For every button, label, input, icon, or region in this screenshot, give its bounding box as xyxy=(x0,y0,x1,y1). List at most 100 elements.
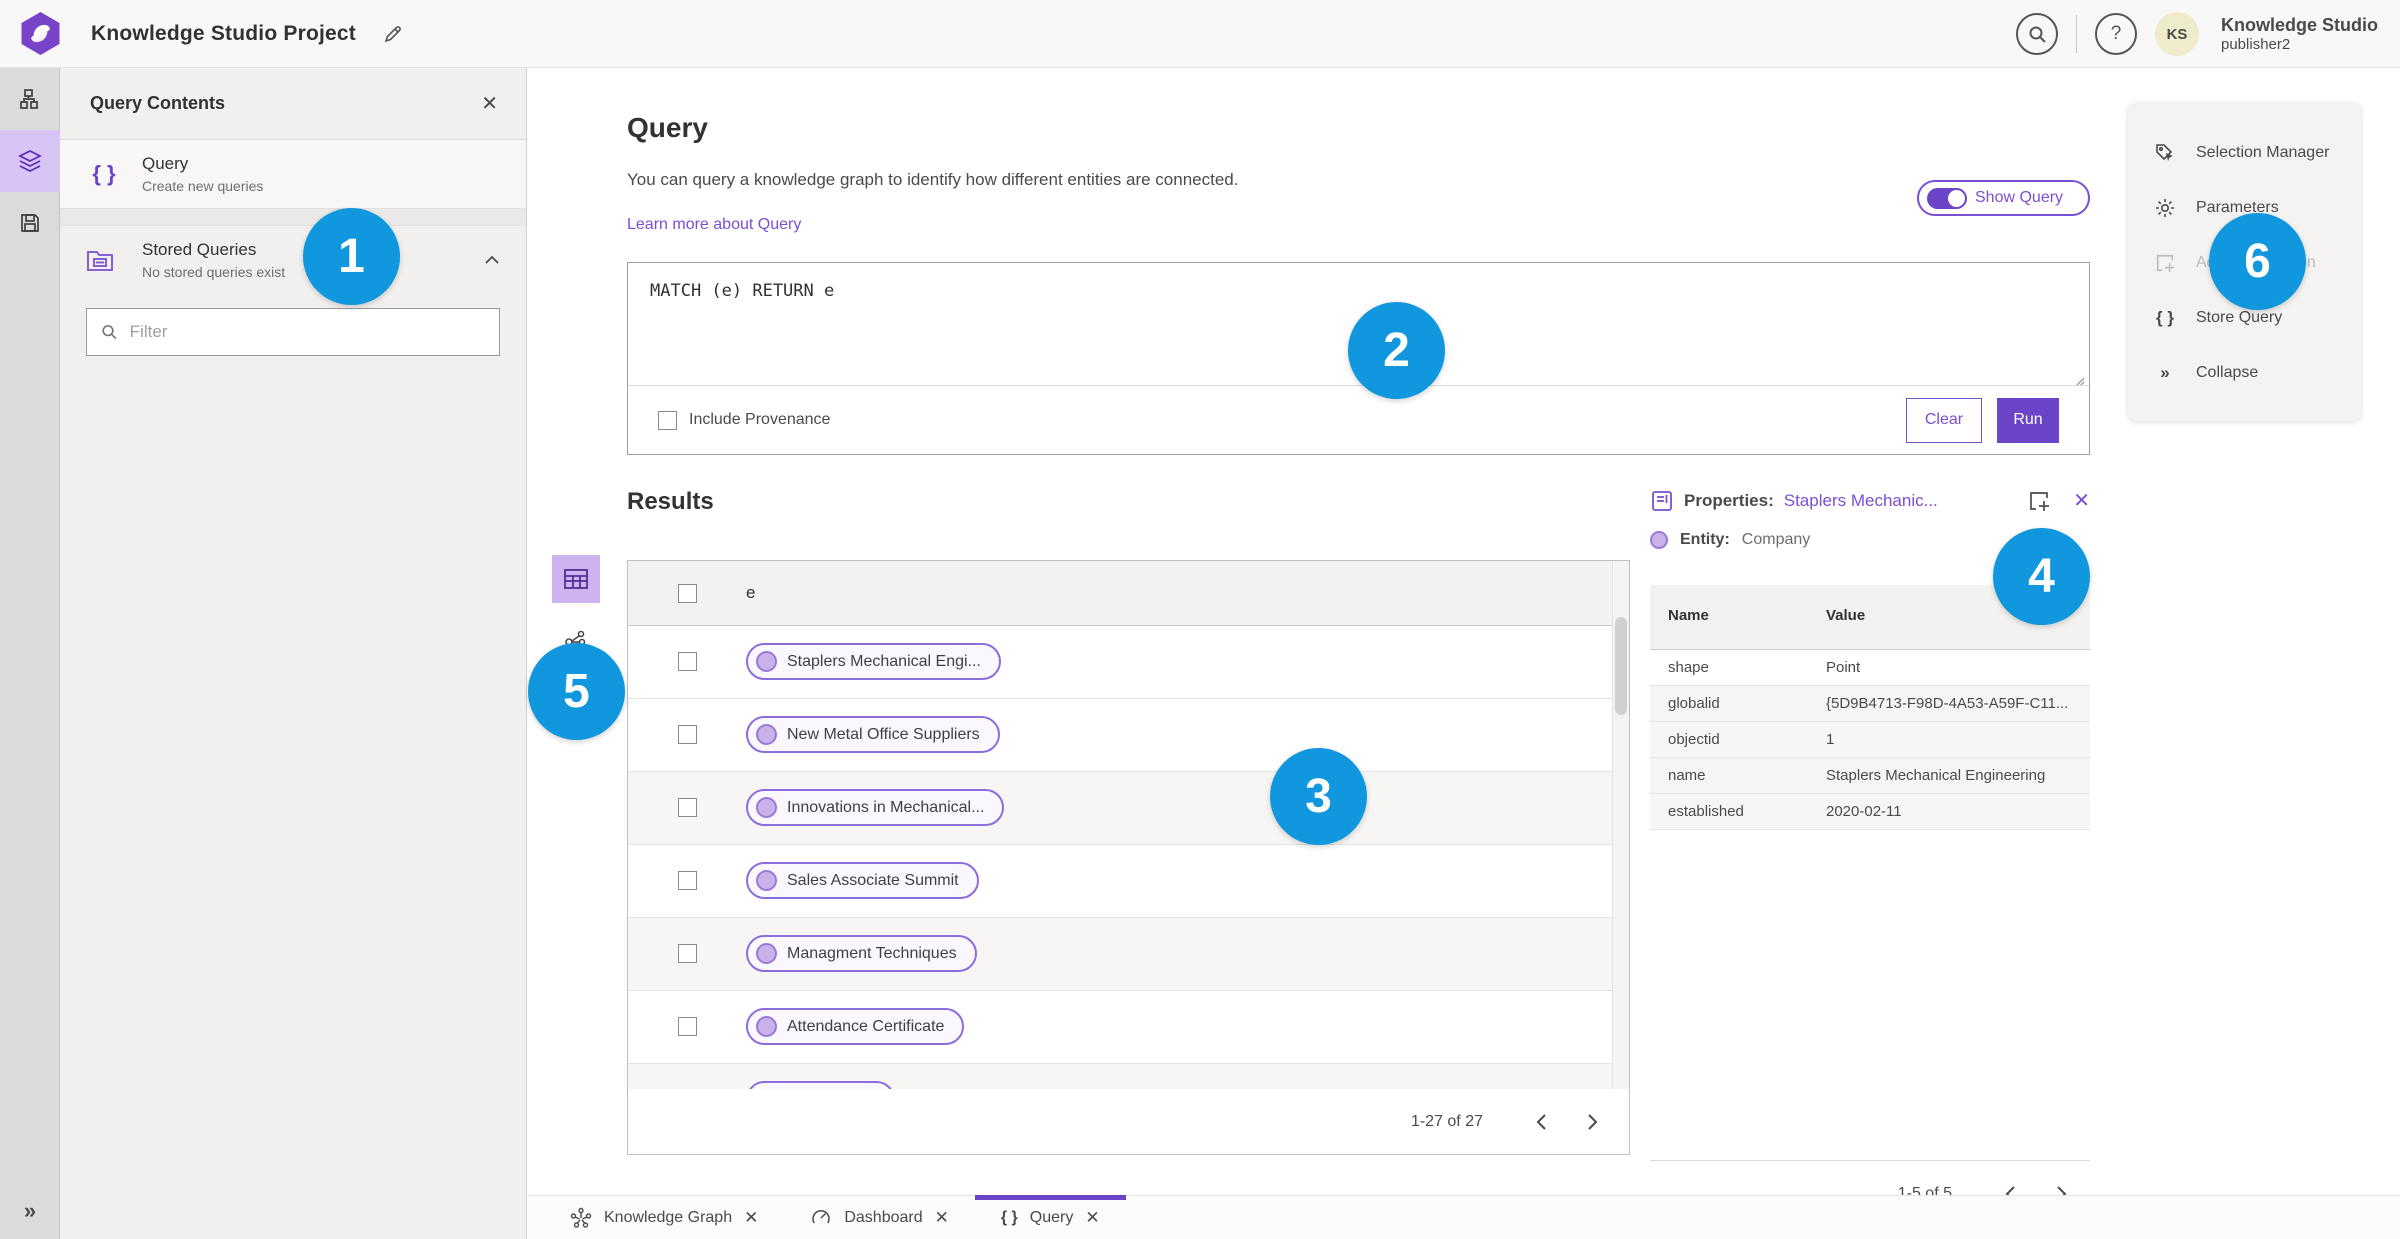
entity-pill[interactable]: New Metal Office Suppliers xyxy=(746,716,1000,753)
tab-knowledge-graph[interactable]: Knowledge Graph ✕ xyxy=(544,1196,784,1239)
table-row[interactable]: Managment Techniques xyxy=(628,917,1613,991)
help-button[interactable]: ? xyxy=(2095,13,2137,55)
run-button[interactable]: Run xyxy=(1997,397,2059,443)
scrollbar-thumb[interactable] xyxy=(1615,617,1627,715)
collapse-item[interactable]: » Collapse xyxy=(2128,345,2361,400)
entity-pill-label: Innovations in Mechanical... xyxy=(787,798,985,816)
clear-button[interactable]: Clear xyxy=(1906,397,1982,443)
avatar[interactable]: KS xyxy=(2155,12,2199,56)
table-row[interactable]: Firebird Title xyxy=(628,1063,1613,1089)
property-row[interactable]: objectid 1 xyxy=(1650,721,2090,758)
query-main-area: Query You can query a knowledge graph to… xyxy=(528,68,2400,1202)
panel-title: Query Contents xyxy=(90,93,226,113)
table-row[interactable]: Sales Associate Summit xyxy=(628,844,1613,918)
table-row[interactable]: New Metal Office Suppliers xyxy=(628,698,1613,772)
knowledge-studio-app: Knowledge Studio Project ? KS Knowledge … xyxy=(0,0,2400,1239)
stored-queries-item[interactable]: Stored Queries No stored queries exist xyxy=(60,226,526,294)
stored-queries-folder-icon xyxy=(86,247,122,273)
braces-icon: { } xyxy=(2156,307,2174,327)
row-checkbox[interactable] xyxy=(677,798,697,817)
filter-field xyxy=(86,308,500,356)
expand-rail-button[interactable]: » xyxy=(0,1191,60,1231)
property-row[interactable]: established 2020-02-11 xyxy=(1650,793,2090,830)
results-heading: Results xyxy=(627,488,714,515)
user-block[interactable]: Knowledge Studio publisher2 xyxy=(2221,15,2378,53)
row-checkbox[interactable] xyxy=(677,1017,697,1036)
properties-header: Properties: Staplers Mechanic... ✕ xyxy=(1650,488,2090,513)
row-checkbox[interactable] xyxy=(677,725,697,744)
properties-entity-link[interactable]: Staplers Mechanic... xyxy=(1784,491,1938,511)
select-all-checkbox[interactable] xyxy=(677,583,697,603)
panel-gap xyxy=(60,209,526,226)
annotation-badge-3: 3 xyxy=(1270,748,1367,845)
learn-more-link[interactable]: Learn more about Query xyxy=(627,216,801,234)
filter-input[interactable] xyxy=(129,322,485,342)
entity-pill-label: New Metal Office Suppliers xyxy=(787,725,980,743)
query-item-sublabel: Create new queries xyxy=(142,178,264,194)
show-query-toggle[interactable]: Show Query xyxy=(1917,180,2090,216)
entity-pill[interactable]: Managment Techniques xyxy=(746,935,977,972)
rail-item-save[interactable] xyxy=(0,192,60,254)
entity-type-value: Company xyxy=(1741,531,1811,548)
entity-pill[interactable]: Sales Associate Summit xyxy=(746,862,979,899)
user-role: publisher2 xyxy=(2221,35,2291,53)
braces-icon: { } xyxy=(1000,1208,1018,1226)
property-row[interactable]: name Staplers Mechanical Engineering xyxy=(1650,757,2090,794)
query-editor-footer: Include Provenance Clear Run xyxy=(628,385,2089,454)
collapse-section-icon[interactable] xyxy=(484,255,500,265)
chevron-right-icon xyxy=(1588,1113,1598,1130)
add-to-selection-icon[interactable] xyxy=(2027,489,2051,513)
entity-dot-icon xyxy=(756,724,777,745)
edit-title-icon[interactable] xyxy=(382,23,404,45)
entity-pill-label: Sales Associate Summit xyxy=(787,871,959,889)
annotation-badge-5: 5 xyxy=(528,643,625,740)
query-contents-item-query[interactable]: { } Query Create new queries xyxy=(60,140,526,209)
row-checkbox[interactable] xyxy=(677,652,697,671)
annotation-badge-6: 6 xyxy=(2209,213,2306,310)
properties-doc-icon xyxy=(1650,489,1674,513)
entity-dot-icon xyxy=(1650,531,1668,549)
selection-manager-label: Selection Manager xyxy=(2196,143,2330,161)
toggle-track xyxy=(1927,187,1967,209)
include-provenance-checkbox[interactable] xyxy=(658,410,677,430)
rail-item-hierarchy[interactable] xyxy=(0,68,60,130)
row-checkbox[interactable] xyxy=(677,871,697,890)
entity-pill[interactable]: Innovations in Mechanical... xyxy=(746,789,1005,826)
prev-page-button[interactable] xyxy=(1519,1100,1563,1144)
table-row[interactable]: Staplers Mechanical Engi... xyxy=(628,625,1613,699)
close-properties-icon[interactable]: ✕ xyxy=(2073,488,2090,513)
table-view-button[interactable] xyxy=(552,555,600,603)
results-column-header: e xyxy=(746,561,1613,626)
entity-label: Entity: xyxy=(1680,531,1730,548)
close-tab-icon[interactable]: ✕ xyxy=(935,1208,949,1228)
row-checkbox[interactable] xyxy=(677,944,697,963)
tab-dashboard[interactable]: Dashboard ✕ xyxy=(784,1196,975,1239)
next-page-button[interactable] xyxy=(1571,1100,1615,1144)
annotation-badge-2: 2 xyxy=(1348,302,1445,399)
property-row[interactable]: globalid {5D9B4713-F98D-4A53-A59F-C11... xyxy=(1650,685,2090,722)
entity-pill[interactable]: Attendance Certificate xyxy=(746,1008,965,1045)
knowledge-graph-icon xyxy=(570,1207,592,1229)
user-name: Knowledge Studio xyxy=(2221,15,2378,36)
selection-manager-icon xyxy=(2152,142,2178,164)
search-icon xyxy=(2029,26,2046,43)
tab-query[interactable]: { } Query ✕ xyxy=(974,1195,1126,1239)
results-scrollbar[interactable] xyxy=(1612,561,1629,1089)
query-contents-header: Query Contents ✕ xyxy=(60,68,526,140)
gear-icon xyxy=(2152,197,2178,219)
results-page-label: 1-27 of 27 xyxy=(1410,1112,1483,1130)
include-provenance-label: Include Provenance xyxy=(689,411,831,428)
close-tab-icon[interactable]: ✕ xyxy=(744,1208,758,1228)
close-panel-icon[interactable]: ✕ xyxy=(481,91,498,116)
search-button[interactable] xyxy=(2016,13,2058,55)
selection-manager-item[interactable]: Selection Manager xyxy=(2128,125,2361,180)
page-title: Knowledge Studio Project xyxy=(91,21,356,45)
table-row[interactable]: Innovations in Mechanical... xyxy=(628,771,1613,845)
property-row[interactable]: shape Point xyxy=(1650,649,2090,686)
properties-col-name: Name xyxy=(1650,585,1808,650)
close-tab-icon[interactable]: ✕ xyxy=(1085,1208,1099,1228)
rail-item-layers[interactable] xyxy=(0,130,60,192)
entity-pill[interactable]: Staplers Mechanical Engi... xyxy=(746,643,1001,680)
table-row[interactable]: Attendance Certificate xyxy=(628,990,1613,1064)
tab-label: Knowledge Graph xyxy=(604,1208,733,1226)
